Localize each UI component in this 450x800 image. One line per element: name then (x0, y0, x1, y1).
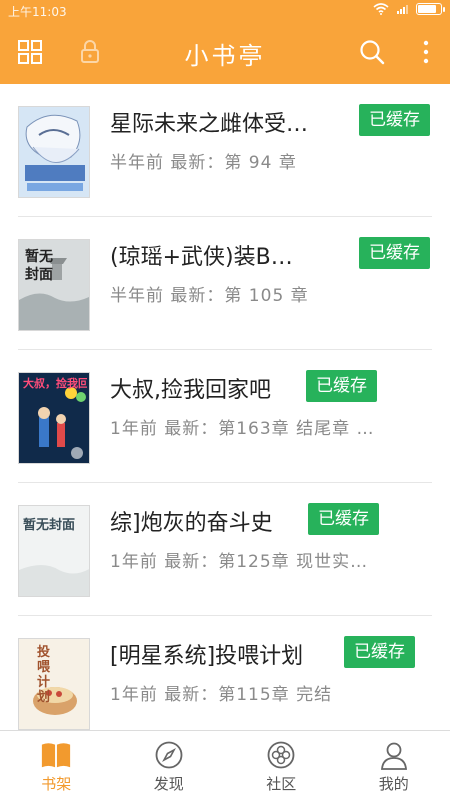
cached-badge: 已缓存 (308, 503, 379, 535)
app-bar: 小书亭 (0, 22, 450, 84)
nav-label: 发现 (153, 775, 184, 793)
book-title: 星际未来之雌体受… (110, 112, 309, 137)
nav-profile[interactable]: 我的 (338, 731, 450, 800)
book-title: 大叔,捡我回家吧 (110, 378, 271, 403)
book-meta: 1年前 最新：第125章 现世实… (110, 552, 369, 572)
book-title: 综]炮灰的奋斗史 (110, 511, 273, 536)
nav-community[interactable]: 社区 (225, 731, 338, 800)
list-item[interactable]: 暂无封面 (琼瑶+武侠)装B… 已缓存 半年前 最新：第 105 章 (18, 217, 432, 350)
book-title: (琼瑶+武侠)装B… (110, 245, 293, 270)
no-cover-icon: 暂无封面 (18, 505, 90, 597)
nav-bookshelf[interactable]: 书架 (0, 731, 113, 800)
cached-badge: 已缓存 (359, 104, 430, 136)
cover-label: 投喂计划 (37, 645, 51, 705)
food-cover-icon: 投喂计划 (18, 638, 90, 730)
nav-label: 社区 (266, 775, 297, 793)
book-meta: 1年前 最新：第115章 完结 (110, 685, 333, 705)
nav-label: 书架 (41, 775, 72, 793)
anime-cover-icon (18, 106, 90, 198)
bookshelf-list[interactable]: 星际未来之雌体受… 已缓存 半年前 最新：第 94 章 暂无封面 (琼瑶+武侠)… (0, 84, 450, 730)
list-item[interactable]: 暂无封面 综]炮灰的奋斗史 已缓存 1年前 最新：第125章 现世实… (18, 483, 432, 616)
nav-label: 我的 (378, 775, 409, 793)
person-icon (378, 739, 410, 771)
list-item[interactable]: 投喂计划 [明星系统]投喂计划 已缓存 1年前 最新：第115章 完结 (18, 616, 432, 730)
book-title: [明星系统]投喂计划 (110, 644, 304, 669)
cached-badge: 已缓存 (344, 636, 415, 668)
cartoon-cover-icon: 大叔，捡我回家吧 (18, 372, 90, 464)
list-item[interactable]: 大叔，捡我回家吧 大叔,捡我回家吧 已缓存 1年前 最新：第163章 结尾章 … (18, 350, 432, 483)
cover-label: 大叔，捡我回家吧 (23, 377, 87, 390)
header: 上午11:03 小书亭 (0, 0, 450, 84)
list-item[interactable]: 星际未来之雌体受… 已缓存 半年前 最新：第 94 章 (18, 84, 432, 217)
signal-icon (397, 4, 408, 14)
status-time: 上午11:03 (8, 5, 67, 19)
search-icon[interactable] (354, 34, 390, 70)
status-bar: 上午11:03 (0, 0, 450, 22)
cached-badge: 已缓存 (359, 237, 430, 269)
cover-label: 暂无封面 (23, 518, 76, 533)
flower-icon (265, 739, 297, 771)
book-meta: 1年前 最新：第163章 结尾章 … (110, 419, 375, 439)
cover-label: 暂无封面 (25, 249, 53, 283)
more-icon[interactable] (408, 34, 444, 70)
no-cover-icon: 暂无封面 (18, 239, 90, 331)
book-icon (40, 739, 72, 771)
book-meta: 半年前 最新：第 105 章 (110, 286, 309, 306)
bottom-nav: 书架 发现 社区 我的 (0, 730, 450, 800)
compass-icon (153, 739, 185, 771)
cached-badge: 已缓存 (306, 370, 377, 402)
status-icons (373, 3, 445, 15)
nav-discover[interactable]: 发现 (113, 731, 226, 800)
battery-icon (416, 3, 445, 15)
wifi-icon (373, 3, 389, 15)
book-meta: 半年前 最新：第 94 章 (110, 153, 297, 173)
